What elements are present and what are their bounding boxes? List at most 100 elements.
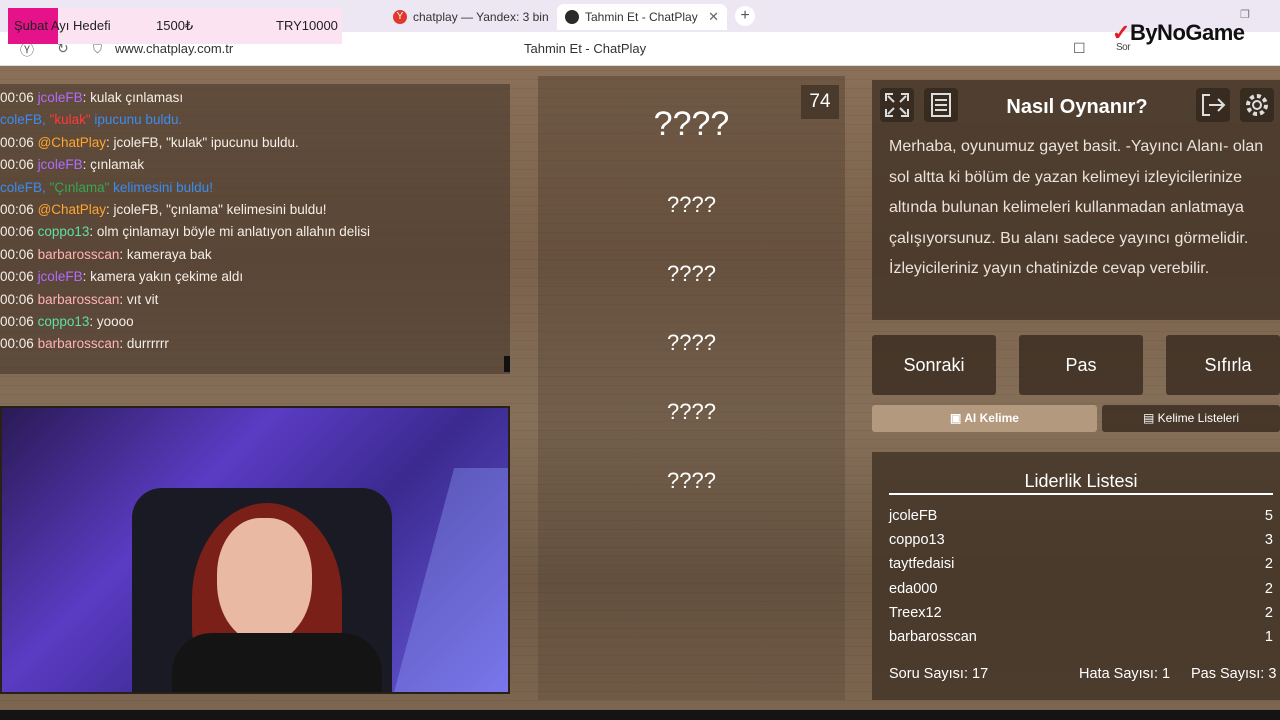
- tab-chatplay[interactable]: Tahmin Et - ChatPlay ✕: [557, 4, 727, 30]
- chat-message: 00:06 @ChatPlay: jcoleFB, "kulak" ipucun…: [0, 135, 299, 150]
- chat-username[interactable]: barbarosscan: [38, 247, 120, 262]
- chat-panel: 00:06 jcoleFB: kulak çınlaması coleFB, "k…: [0, 84, 510, 374]
- player-name: Treex12: [889, 604, 942, 621]
- player-score: 2: [1264, 580, 1273, 597]
- player-name: barbarosscan: [889, 629, 977, 645]
- chat-text: : vıt vit: [119, 291, 159, 307]
- gear-icon[interactable]: [1240, 88, 1274, 122]
- ai-word-button[interactable]: ▣ AI Kelime: [872, 405, 1097, 432]
- how-to-play-text: Merhaba, oyunumuz gayet basit. -Yayıncı …: [889, 138, 1264, 277]
- yandex-icon: Y: [393, 10, 407, 24]
- streamer-body: [172, 633, 382, 692]
- chat-message: 00:06 barbarosscan: vıt vit: [0, 292, 158, 307]
- word-lists-label: Kelime Listeleri: [1157, 411, 1240, 425]
- bynogame-watermark: ✓ByNoGame Sor: [1112, 20, 1245, 53]
- new-tab-button[interactable]: +: [735, 6, 755, 26]
- error-count: Hata Sayısı: 1: [1079, 666, 1171, 682]
- donation-goal-widget: Şubat Ayı Hedefi 1500₺ TRY10000: [8, 8, 342, 44]
- leaderboard-row: taytfedaisi 2: [889, 556, 1273, 572]
- expand-icon[interactable]: [880, 88, 914, 122]
- chat-text: : durrrrrr: [119, 336, 169, 352]
- goal-target: TRY10000: [276, 18, 338, 33]
- chat-timestamp: 00:06: [0, 246, 34, 262]
- tab-label: chatplay — Yandex: 3 bin s: [413, 10, 550, 24]
- player-name: eda000: [889, 580, 938, 597]
- chat-timestamp: 00:06: [0, 90, 34, 105]
- chat-username[interactable]: coppo13: [38, 314, 90, 329]
- bottom-bar: [0, 710, 1280, 720]
- found-word: "kulak": [49, 112, 91, 128]
- chatplay-icon: [565, 10, 579, 24]
- tab-yandex[interactable]: Y chatplay — Yandex: 3 bin s: [385, 4, 550, 30]
- bookmark-icon[interactable]: ☐: [1073, 40, 1086, 57]
- hidden-clue-word: ????: [667, 468, 716, 493]
- hidden-clue-word: ????: [667, 330, 716, 355]
- chat-text: : kamera yakın çekime aldı: [82, 269, 244, 285]
- chat-text: : jcoleFB, "kulak" ipucunu buldu.: [106, 134, 299, 150]
- close-tab-icon[interactable]: ✕: [708, 9, 719, 25]
- chat-text: ipucunu buldu.: [90, 112, 183, 128]
- word-board: [538, 76, 845, 700]
- chat-username[interactable]: jcoleFB: [38, 90, 83, 105]
- chat-text: : jcoleFB, "çınlama" kelimesini buldu!: [106, 202, 327, 217]
- chat-text: : olm çinlamayı böyle mi anlatıyon allah…: [89, 224, 371, 240]
- hidden-clue-word: ????: [667, 261, 716, 286]
- chat-timestamp: 00:06: [0, 314, 34, 329]
- chat-username[interactable]: barbarosscan: [38, 292, 120, 307]
- player-name: taytfedaisi: [889, 556, 955, 573]
- streamer-face: [217, 518, 312, 643]
- page-title: Tahmin Et - ChatPlay: [524, 41, 647, 56]
- question-count: Soru Sayısı: 17: [889, 666, 989, 682]
- chat-username[interactable]: barbarosscan: [38, 336, 120, 351]
- chat-username[interactable]: jcoleFB: [38, 157, 83, 172]
- chat-message: 00:06 jcoleFB: kamera yakın çekime aldı: [0, 269, 243, 284]
- next-button[interactable]: Sonraki: [872, 335, 996, 395]
- leaderboard-row: Treex12 2: [889, 605, 1273, 621]
- chat-username[interactable]: jcoleFB: [38, 269, 83, 284]
- hidden-main-word: ????: [653, 105, 730, 143]
- list-icon[interactable]: [924, 88, 958, 122]
- exit-icon[interactable]: [1196, 88, 1230, 122]
- chat-message: 00:06 jcoleFB: çınlamak: [0, 157, 144, 172]
- chat-username[interactable]: coppo13: [38, 224, 90, 239]
- chat-scrollbar[interactable]: [504, 356, 510, 372]
- chat-text: : yoooo: [89, 314, 134, 329]
- leaderboard-panel: Liderlik Listesi Soru Sayısı: 17 Hata Sa…: [872, 452, 1280, 700]
- hidden-clue-word: ????: [667, 399, 716, 424]
- chat-message: 00:06 coppo13: olm çinlamayı böyle mi an…: [0, 224, 370, 239]
- chat-system-message: coleFB, "Çınlama" kelimesini buldu!: [0, 180, 213, 195]
- player-score: 5: [1264, 508, 1273, 524]
- goal-current: 1500₺: [156, 18, 194, 33]
- chat-message: 00:06 barbarosscan: kameraya bak: [0, 247, 212, 262]
- brand-name: ByNoGame: [1129, 20, 1245, 45]
- chat-timestamp: 00:06: [0, 202, 34, 217]
- found-word: "Çınlama": [49, 179, 110, 195]
- player-name: jcoleFB: [889, 508, 938, 524]
- hidden-clue-word: ????: [667, 192, 716, 217]
- chat-message: 00:06 jcoleFB: kulak çınlaması: [0, 90, 183, 105]
- goal-label: Şubat Ayı Hedefi: [14, 18, 111, 33]
- reset-button[interactable]: Sıfırla: [1166, 335, 1280, 395]
- chat-text: kelimesini buldu!: [109, 179, 213, 195]
- pass-button[interactable]: Pas: [1019, 335, 1143, 395]
- chat-message: 00:06 @ChatPlay: jcoleFB, "çınlama" keli…: [0, 202, 326, 217]
- chat-text: : kameraya bak: [119, 246, 212, 262]
- leaderboard-divider: [889, 493, 1273, 495]
- leaderboard-row: jcoleFB 5: [889, 508, 1273, 524]
- leaderboard-row: barbarosscan 1: [889, 629, 1273, 645]
- chat-message: 00:06 coppo13: yoooo: [0, 314, 134, 329]
- chat-username[interactable]: @ChatPlay: [38, 135, 106, 150]
- player-score: 1: [1264, 629, 1273, 645]
- chat-timestamp: 00:06: [0, 269, 34, 285]
- pass-count: Pas Sayısı: 3: [1191, 666, 1277, 682]
- chat-username: coleFB,: [0, 179, 50, 195]
- document-icon: ▤: [1142, 411, 1155, 425]
- player-score: 2: [1264, 556, 1273, 573]
- word-lists-button[interactable]: ▤ Kelime Listeleri: [1102, 405, 1280, 432]
- ai-word-label: AI Kelime: [964, 411, 1019, 425]
- chat-username[interactable]: @ChatPlay: [38, 202, 106, 217]
- security-shield-icon[interactable]: ⛉: [93, 42, 102, 57]
- chat-timestamp: 00:06: [0, 291, 34, 307]
- chat-username: coleFB,: [0, 112, 50, 128]
- chat-message: 00:06 barbarosscan: durrrrrr: [0, 336, 169, 351]
